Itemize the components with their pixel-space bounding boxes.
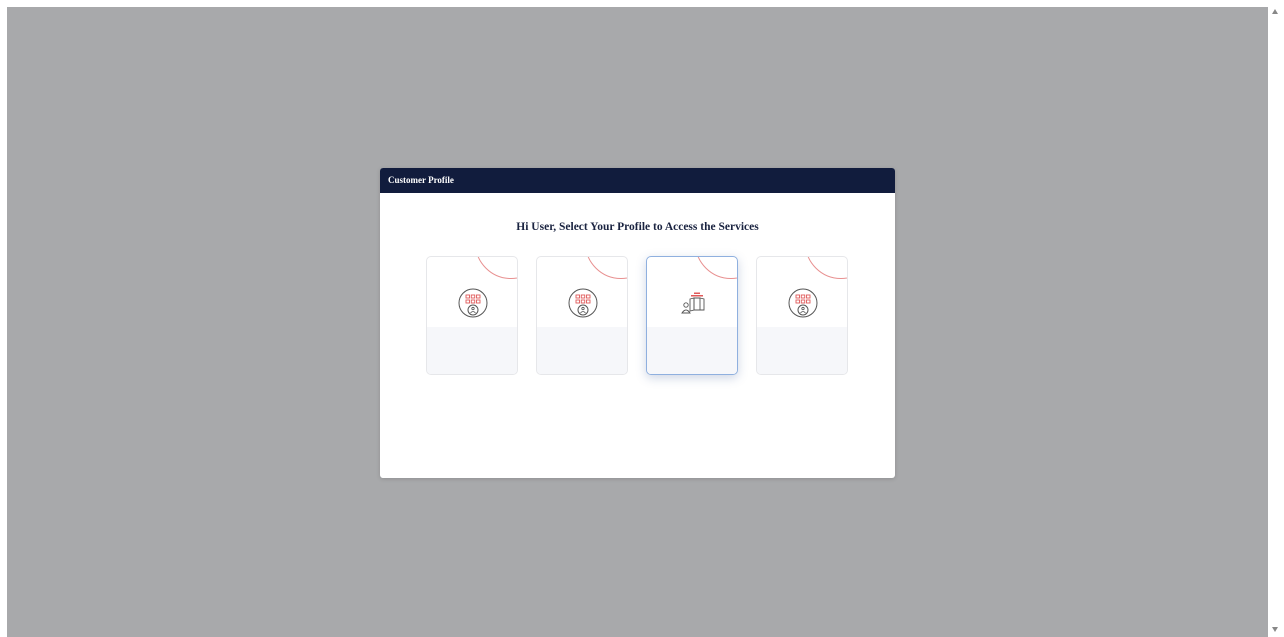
profile-selection-heading: Hi User, Select Your Profile to Access t… bbox=[516, 221, 759, 233]
card-label-area bbox=[537, 327, 627, 374]
scroll-down-arrow-icon[interactable] bbox=[1272, 627, 1278, 632]
profile-card[interactable] bbox=[536, 256, 628, 375]
decorative-arc bbox=[695, 257, 737, 279]
page-scrollbar[interactable] bbox=[1268, 0, 1284, 637]
building-icon bbox=[568, 288, 598, 318]
profile-card-selected[interactable] bbox=[646, 256, 738, 375]
user-documents-icon bbox=[681, 292, 705, 314]
profile-card[interactable] bbox=[426, 256, 518, 375]
card-label-area bbox=[757, 327, 847, 374]
building-icon bbox=[458, 288, 488, 318]
decorative-arc bbox=[805, 257, 847, 279]
customer-profile-modal: Customer Profile Hi User, Select Your Pr… bbox=[380, 168, 895, 478]
profile-card[interactable] bbox=[756, 256, 848, 375]
card-label-area bbox=[427, 327, 517, 374]
building-icon bbox=[788, 288, 818, 318]
scroll-up-arrow-icon[interactable] bbox=[1272, 9, 1278, 14]
card-label-area bbox=[647, 327, 737, 374]
modal-title: Customer Profile bbox=[380, 168, 895, 193]
decorative-arc bbox=[475, 257, 517, 279]
decorative-arc bbox=[585, 257, 627, 279]
